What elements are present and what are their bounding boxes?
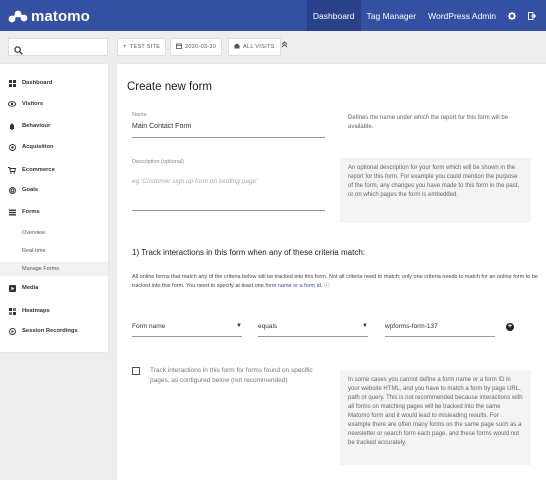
- caret-down-icon: ▼: [236, 323, 242, 329]
- description-field-label: Description (optional): [132, 159, 184, 165]
- search-input[interactable]: [8, 38, 108, 56]
- sidebar-item-label: Ecommerce: [22, 167, 55, 173]
- rule-attribute-value: Form name: [132, 323, 166, 330]
- sidebar-item-ecommerce[interactable]: Ecommerce: [0, 164, 108, 176]
- sidebar-subitem-overview[interactable]: Overview: [0, 226, 108, 240]
- top-menu: Dashboard Tag Manager WordPress Admin: [306, 0, 546, 31]
- criteria-intro-end: . ⓘ: [320, 282, 330, 289]
- dashboard-icon: [8, 79, 16, 87]
- criteria-heading: 1) Track interactions in this form when …: [132, 248, 365, 257]
- search-icon: [14, 42, 23, 60]
- sidebar-item-label: Acquisition: [22, 144, 54, 150]
- name-help-text: Defines the name under which the report …: [340, 110, 531, 141]
- name-field-label: Name: [132, 112, 147, 118]
- reporting-toolbar: + TEST SITE 2020-03-30 ALL VISITS: [0, 31, 546, 63]
- sidebar-item-session-recordings[interactable]: Session Recordings: [0, 325, 108, 337]
- forms-icon: [8, 209, 16, 216]
- specific-pages-help-text: In some cases you cannot define a form n…: [340, 370, 531, 465]
- criteria-intro-text: All online forms that match any of the c…: [132, 274, 538, 289]
- visitors-icon: [8, 101, 16, 107]
- rule-operator-underline: [258, 336, 368, 337]
- form-name-id-link[interactable]: form name or a form id: [265, 283, 321, 289]
- site-selector-label: TEST SITE: [129, 44, 161, 50]
- chevron-up-icon[interactable]: [281, 41, 288, 50]
- sidebar-menu: Dashboard Visitors Behaviour Acquisition…: [0, 64, 108, 352]
- sidebar-item-behaviour[interactable]: Behaviour: [0, 120, 108, 132]
- sidebar-subitem-real-time[interactable]: Real-time: [0, 244, 108, 258]
- sidebar-item-heatmaps[interactable]: Heatmaps: [0, 305, 108, 317]
- brand-name: matomo: [31, 7, 90, 25]
- sidebar-item-visitors[interactable]: Visitors: [0, 98, 108, 110]
- description-field[interactable]: eg 'Customer sign up form on landing pag…: [132, 178, 257, 185]
- sidebar-item-label: Session Recordings: [22, 328, 78, 334]
- name-field[interactable]: Main Contact Form: [132, 123, 192, 130]
- top-navigation-bar: matomo Dashboard Tag Manager WordPress A…: [0, 0, 546, 31]
- sidebar-item-forms[interactable]: Forms: [0, 206, 108, 218]
- behaviour-icon: [8, 122, 16, 130]
- sidebar-item-label: Heatmaps: [22, 308, 50, 314]
- plus-icon: +: [123, 44, 127, 50]
- description-help-text: An optional description for your form wh…: [340, 158, 531, 223]
- sidebar-item-label: Visitors: [22, 101, 44, 107]
- site-selector[interactable]: + TEST SITE: [117, 38, 167, 56]
- caret-down-icon: ▼: [362, 323, 368, 329]
- heatmaps-icon: [8, 307, 16, 315]
- sidebar-item-label: Forms: [22, 209, 40, 215]
- add-rule-plus-icon[interactable]: +: [506, 323, 514, 331]
- sidebar-item-media[interactable]: Media: [0, 282, 108, 294]
- media-icon: [8, 284, 16, 292]
- create-form-panel: Create new form Name Main Contact Form D…: [117, 64, 546, 480]
- calendar-icon: [176, 43, 182, 51]
- sidebar-item-goals[interactable]: Goals: [0, 184, 108, 196]
- page-title: Create new form: [127, 81, 213, 93]
- sidebar-subitem-manage-forms[interactable]: Manage Forms: [0, 262, 108, 276]
- nav-tag-manager[interactable]: Tag Manager: [361, 0, 423, 31]
- logout-icon[interactable]: [522, 0, 542, 31]
- segment-selector-label: ALL VISITS: [243, 44, 275, 50]
- name-field-underline: [132, 137, 325, 138]
- track-specific-pages-label[interactable]: Track interactions in this form for form…: [150, 366, 325, 386]
- sidebar-item-dashboard[interactable]: Dashboard: [0, 77, 108, 89]
- matomo-logo[interactable]: matomo: [8, 6, 90, 26]
- date-selector[interactable]: 2020-03-30: [170, 38, 223, 56]
- rule-attribute-underline: [132, 336, 242, 337]
- acquisition-icon: [8, 143, 16, 151]
- criteria-intro: All online forms that match any of the c…: [132, 273, 540, 291]
- settings-gear-icon[interactable]: [502, 0, 522, 31]
- sidebar-item-label: Behaviour: [22, 123, 51, 129]
- rule-attribute-select[interactable]: Form name ▼: [132, 323, 242, 330]
- date-selector-label: 2020-03-30: [185, 44, 217, 50]
- goals-icon: [8, 186, 16, 194]
- sidebar-item-label: Media: [22, 285, 39, 291]
- segment-icon: [234, 43, 240, 51]
- sidebar-item-label: Dashboard: [22, 80, 53, 86]
- rule-value-underline: [385, 336, 495, 337]
- rule-value-input[interactable]: wpforms-form-137: [385, 323, 438, 330]
- nav-dashboard[interactable]: Dashboard: [306, 0, 361, 31]
- description-field-underline: [132, 210, 325, 211]
- ecommerce-icon: [8, 166, 16, 174]
- nav-wordpress-admin[interactable]: WordPress Admin: [422, 0, 502, 31]
- rule-operator-select[interactable]: equals ▼: [258, 323, 368, 330]
- matomo-logo-icon: [8, 8, 28, 24]
- track-specific-pages-checkbox[interactable]: [132, 367, 140, 375]
- session-recordings-icon: [8, 327, 16, 335]
- rule-operator-value: equals: [258, 323, 278, 330]
- segment-selector[interactable]: ALL VISITS: [228, 38, 281, 56]
- sidebar-item-acquisition[interactable]: Acquisition: [0, 141, 108, 153]
- sidebar-item-label: Goals: [22, 187, 39, 193]
